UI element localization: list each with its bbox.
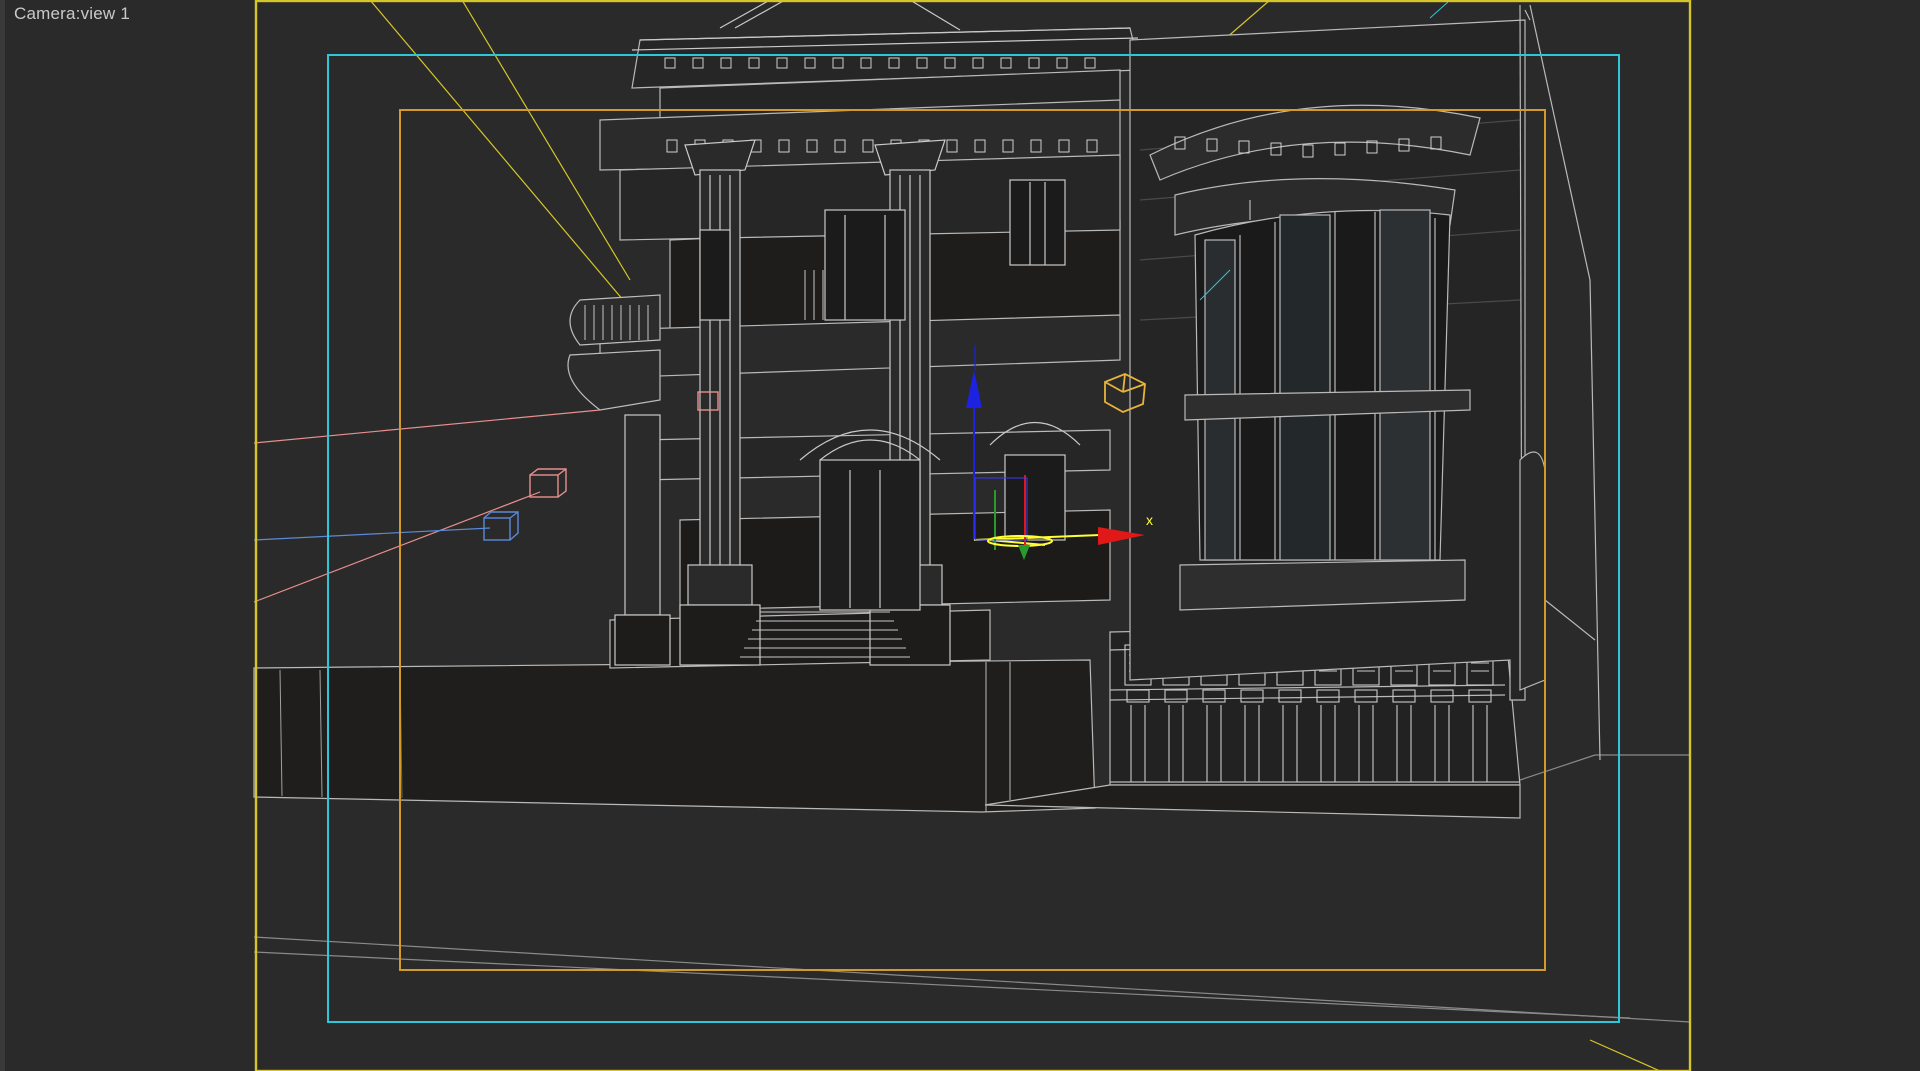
viewport-label[interactable]: Camera:view 1 <box>14 4 130 24</box>
light-rays <box>253 409 601 603</box>
camera-viewport[interactable]: x Camera:view 1 <box>0 0 1920 1071</box>
scene-canvas[interactable]: x <box>0 0 1920 1071</box>
camera-cone-line <box>1429 1 1449 19</box>
light-cube-red[interactable] <box>529 468 567 498</box>
light-cube-blue[interactable] <box>483 511 519 541</box>
right-edge-lines <box>1519 4 1601 761</box>
right-wing <box>1129 19 1526 701</box>
left-balcony <box>567 294 661 411</box>
gizmo-z-arrow[interactable] <box>966 370 982 408</box>
gizmo-x-label: x <box>1146 512 1153 528</box>
foundation-wall <box>253 659 1096 813</box>
